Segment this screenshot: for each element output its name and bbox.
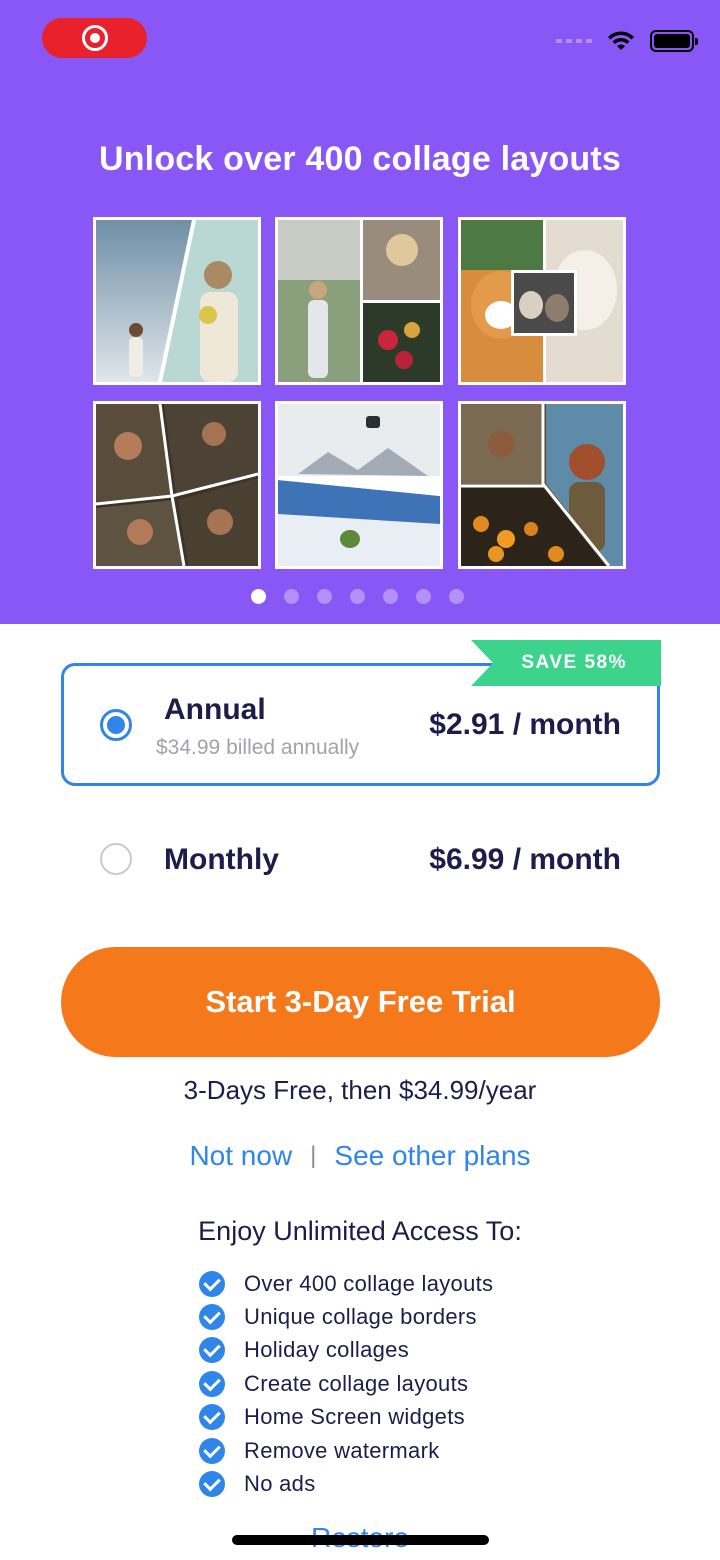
hero-banner: Unlock over 400 collage layouts <box>0 0 720 624</box>
checkmark-icon <box>199 1304 225 1331</box>
page-dot[interactable] <box>284 589 299 604</box>
benefits-list: Over 400 collage layouts Unique collage … <box>199 1267 493 1501</box>
page-dot[interactable] <box>350 589 365 604</box>
cellular-signal-icon <box>556 39 592 43</box>
benefits-title: Enjoy Unlimited Access To: <box>198 1216 522 1246</box>
list-item: Remove watermark <box>199 1434 493 1467</box>
battery-icon <box>650 30 698 52</box>
not-now-link[interactable]: Not now <box>189 1140 292 1172</box>
collage-preview-diagonal-split <box>93 217 261 385</box>
benefit-label: Home Screen widgets <box>244 1404 465 1430</box>
collage-preview-portraits <box>93 401 261 569</box>
checkmark-icon <box>199 1471 225 1498</box>
recording-indicator-icon[interactable] <box>42 18 147 58</box>
carousel-page-indicator[interactable] <box>251 589 464 604</box>
benefit-label: Over 400 collage layouts <box>244 1270 494 1296</box>
trial-pricing-note: 3-Days Free, then $34.99/year <box>183 1075 537 1105</box>
plan-price-monthly[interactable]: $6.99 / month <box>429 843 621 877</box>
checkmark-icon <box>199 1270 225 1297</box>
hero-title: Unlock over 400 collage layouts <box>98 140 622 178</box>
see-other-plans-link[interactable]: See other plans <box>334 1140 530 1172</box>
page-dot[interactable] <box>383 589 398 604</box>
list-item: Home Screen widgets <box>199 1401 493 1434</box>
monthly-radio-button[interactable] <box>100 843 132 875</box>
benefit-label: Remove watermark <box>244 1437 440 1463</box>
list-item: Holiday collages <box>199 1334 493 1367</box>
benefit-label: Unique collage borders <box>244 1304 477 1330</box>
page-dot[interactable] <box>251 589 266 604</box>
secondary-links: Not now | See other plans <box>0 1140 720 1172</box>
collage-preview-greenhouse <box>275 217 443 385</box>
benefit-label: Holiday collages <box>244 1337 409 1363</box>
list-item: Unique collage borders <box>199 1300 493 1333</box>
home-indicator[interactable] <box>232 1535 489 1545</box>
plan-name-annual: Annual <box>164 693 266 726</box>
annual-radio-button[interactable] <box>100 709 132 741</box>
benefit-label: Create collage layouts <box>244 1370 469 1396</box>
page-dot[interactable] <box>416 589 431 604</box>
wifi-icon <box>608 31 634 50</box>
checkmark-icon <box>199 1337 225 1364</box>
list-item: Create collage layouts <box>199 1367 493 1400</box>
status-bar <box>556 30 698 52</box>
page-dot[interactable] <box>449 589 464 604</box>
list-item: No ads <box>199 1467 493 1500</box>
link-separator: | <box>310 1142 317 1169</box>
plan-name-monthly[interactable]: Monthly <box>164 843 279 877</box>
plan-price-annual: $2.91 / month <box>429 708 621 741</box>
collage-preview-pets <box>458 217 626 385</box>
checkmark-icon <box>199 1370 225 1397</box>
save-badge: SAVE 58% <box>471 640 661 686</box>
plan-billing-annual: $34.99 billed annually <box>156 736 360 759</box>
collage-preview-snowboard <box>275 401 443 569</box>
benefit-label: No ads <box>244 1471 316 1497</box>
checkmark-icon <box>199 1404 225 1431</box>
checkmark-icon <box>199 1437 225 1464</box>
page-dot[interactable] <box>317 589 332 604</box>
start-free-trial-button[interactable]: Start 3-Day Free Trial <box>61 947 660 1057</box>
collage-preview-autumn <box>458 401 626 569</box>
list-item: Over 400 collage layouts <box>199 1267 493 1300</box>
